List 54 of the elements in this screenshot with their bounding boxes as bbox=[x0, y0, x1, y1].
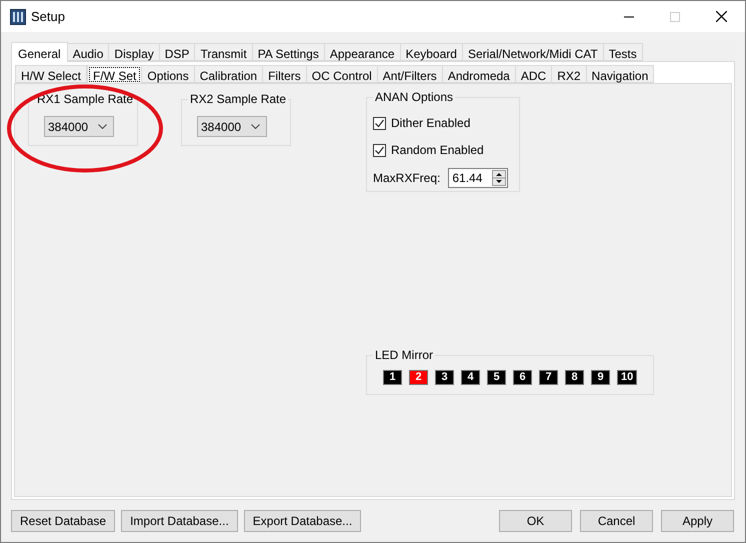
checkbox[interactable] bbox=[373, 116, 386, 130]
tab[interactable]: Andromeda bbox=[442, 65, 516, 83]
button[interactable]: Cancel bbox=[580, 510, 653, 532]
led-indicator[interactable]: 8 bbox=[565, 370, 584, 385]
tab[interactable]: Calibration bbox=[194, 65, 264, 83]
tab[interactable]: OC Control bbox=[306, 65, 378, 83]
caret-icon bbox=[251, 124, 260, 129]
tab[interactable]: Appearance bbox=[324, 43, 401, 61]
led-indicator[interactable]: 7 bbox=[539, 370, 558, 385]
button[interactable]: Import Database... bbox=[121, 510, 238, 532]
tab[interactable]: ADC bbox=[514, 65, 552, 83]
spin-arrows-icon[interactable] bbox=[492, 170, 506, 186]
tab[interactable]: Transmit bbox=[194, 43, 253, 61]
tab[interactable]: RX2 bbox=[551, 65, 587, 83]
window-title: Setup bbox=[31, 8, 65, 26]
led-indicator[interactable]: 5 bbox=[487, 370, 506, 385]
tab[interactable]: Serial/Network/Midi CAT bbox=[462, 43, 604, 61]
led-indicator[interactable]: 2 bbox=[409, 370, 428, 385]
tab[interactable]: Navigation bbox=[586, 65, 654, 83]
group-title: RX2 Sample Rate bbox=[188, 92, 288, 106]
led-indicator[interactable]: 4 bbox=[461, 370, 480, 385]
button[interactable]: Apply bbox=[661, 510, 734, 532]
led-indicator[interactable]: 1 bbox=[383, 370, 402, 385]
button[interactable]: OK bbox=[499, 510, 572, 532]
checkbox[interactable] bbox=[373, 144, 386, 156]
tab[interactable]: Tests bbox=[602, 43, 643, 61]
number-spinner[interactable]: 61.44 bbox=[448, 168, 508, 188]
field-label: MaxRXFreq: bbox=[373, 170, 440, 187]
caret-icon bbox=[98, 124, 107, 129]
button[interactable]: Export Database... bbox=[244, 510, 362, 532]
tab[interactable]: DSP bbox=[158, 43, 196, 61]
tab[interactable]: Ant/Filters bbox=[376, 65, 443, 83]
checkbox-label: Random Enabled bbox=[391, 142, 484, 159]
tab[interactable]: Display bbox=[108, 43, 160, 61]
tab[interactable]: Filters bbox=[262, 65, 307, 83]
group-title: LED Mirror bbox=[373, 348, 436, 362]
sample-rate-dropdown[interactable]: 384000 bbox=[44, 116, 114, 137]
tab[interactable]: PA Settings bbox=[252, 43, 325, 61]
checkbox-label: Dither Enabled bbox=[391, 115, 470, 132]
tab[interactable]: Keyboard bbox=[400, 43, 463, 61]
app-icon bbox=[10, 8, 26, 24]
led-indicator[interactable]: 6 bbox=[513, 370, 532, 385]
led-indicator[interactable]: 10 bbox=[617, 370, 638, 385]
tab[interactable]: H/W Select bbox=[15, 65, 88, 83]
sample-rate-dropdown[interactable]: 384000 bbox=[197, 116, 267, 137]
tab[interactable]: F/W Set bbox=[87, 65, 142, 84]
button[interactable]: Reset Database bbox=[11, 510, 116, 532]
close-icon[interactable] bbox=[716, 11, 727, 22]
tab[interactable]: General bbox=[11, 42, 68, 62]
led-indicator[interactable]: 9 bbox=[591, 370, 610, 385]
tab[interactable]: Audio bbox=[66, 43, 110, 61]
group-title: ANAN Options bbox=[373, 90, 456, 104]
tab[interactable]: Options bbox=[141, 65, 195, 83]
led-indicator[interactable]: 3 bbox=[435, 370, 454, 385]
